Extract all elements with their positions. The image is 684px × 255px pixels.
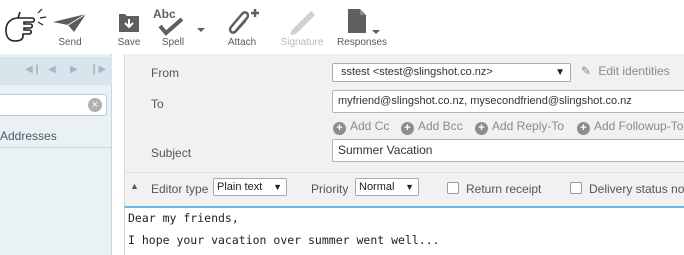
return-receipt-label: Return receipt [466, 182, 542, 196]
attach-label: Attach [227, 37, 257, 48]
responses-button[interactable]: Responses [336, 4, 388, 52]
priority-select[interactable]: Normal ▼ [355, 178, 419, 196]
paperclip-add-icon [228, 9, 259, 34]
edit-identities-link[interactable]: ✎ Edit identities [581, 64, 670, 78]
add-reply-to-label: Add Reply-To [492, 119, 565, 133]
add-cc-label: Add Cc [350, 119, 390, 133]
send-label: Send [58, 37, 82, 48]
delivery-status-checkbox[interactable] [570, 182, 582, 194]
priority-label: Priority [311, 182, 349, 196]
edit-identities-label: Edit identities [598, 64, 670, 78]
save-button[interactable]: Save [112, 4, 146, 52]
save-icon [119, 14, 139, 32]
from-value: sstest <stest@slingshot.co.nz> [341, 66, 493, 78]
signature-label: Signature [280, 37, 324, 48]
add-bcc-link[interactable]: + Add Bcc [401, 119, 463, 135]
document-icon [348, 9, 366, 33]
responses-label: Responses [336, 37, 388, 48]
pencil-icon: ✎ [581, 64, 592, 78]
compose-headers: From sstest <stest@slingshot.co.nz> ▼ ✎ … [124, 54, 684, 206]
priority-value: Normal [359, 181, 395, 193]
spell-button[interactable]: Abc Spell [152, 4, 208, 52]
plus-icon: + [475, 122, 488, 135]
compose-toolbar: Send Save Abc Spell Attach Signature Res… [0, 0, 684, 54]
next-page-icon[interactable]: ▶ [70, 64, 78, 75]
to-label: To [151, 97, 164, 111]
compose-options-row: ▲ Editor type Plain text ▼ Priority Norm… [125, 172, 684, 202]
pane-splitter[interactable] [112, 54, 124, 255]
message-body-editor[interactable]: Dear my friends, I hope your vacation ov… [124, 206, 684, 255]
to-field[interactable]: myfriend@slingshot.co.nz, mysecondfriend… [332, 90, 684, 113]
spell-icon-text: Abc [153, 7, 176, 21]
signature-button[interactable]: Signature [276, 4, 328, 52]
chevron-down-icon: ▼ [555, 67, 565, 78]
attach-button[interactable]: Attach [222, 4, 262, 52]
addresses-list-item[interactable]: Addresses [0, 124, 111, 148]
subject-label: Subject [151, 146, 192, 160]
chevron-down-icon: ▼ [273, 182, 282, 192]
clear-search-icon[interactable]: × [88, 98, 102, 112]
chevron-down-icon: ▼ [405, 182, 414, 192]
plus-icon: + [401, 122, 414, 135]
add-reply-to-link[interactable]: + Add Reply-To [475, 119, 564, 135]
paper-plane-icon [53, 13, 87, 32]
from-select[interactable]: sstest <stest@slingshot.co.nz> ▼ [332, 63, 571, 82]
add-followup-to-link[interactable]: + Add Followup-To [577, 119, 683, 135]
prev-page-icon[interactable]: ◀ [48, 64, 56, 75]
signature-pen-icon [290, 11, 315, 35]
add-cc-link[interactable]: + Add Cc [333, 119, 389, 135]
editor-type-select[interactable]: Plain text ▼ [213, 178, 287, 196]
chevron-down-icon [372, 30, 380, 34]
subject-field[interactable]: Summer Vacation [332, 139, 684, 162]
address-book-pane: ◀❙ ◀ ▶ ❙▶ × Addresses [0, 54, 112, 255]
save-label: Save [117, 37, 141, 48]
first-page-icon[interactable]: ◀❙ [25, 64, 41, 75]
body-line-1: Dear my friends, [128, 211, 239, 225]
plus-icon: + [577, 122, 590, 135]
add-followup-to-label: Add Followup-To [594, 119, 684, 133]
collapse-headers-icon[interactable]: ▲ [130, 181, 139, 191]
editor-type-value: Plain text [217, 181, 263, 193]
send-button[interactable]: Send [2, 4, 90, 52]
spellcheck-icon: Abc [153, 7, 184, 36]
delivery-status-label: Delivery status not [589, 182, 684, 196]
last-page-icon[interactable]: ❙▶ [90, 64, 106, 75]
body-line-2: I hope your vacation over summer went we… [128, 233, 440, 247]
add-bcc-label: Add Bcc [418, 119, 463, 133]
pointing-hand-icon [5, 8, 47, 42]
return-receipt-checkbox[interactable] [447, 182, 459, 194]
from-label: From [151, 66, 179, 80]
editor-type-label: Editor type [151, 182, 209, 196]
plus-icon: + [333, 122, 346, 135]
spell-label: Spell [161, 37, 185, 48]
pagination-bar: ◀❙ ◀ ▶ ❙▶ [0, 57, 112, 85]
chevron-down-icon[interactable] [196, 26, 206, 34]
address-search-input[interactable]: × [0, 94, 107, 116]
